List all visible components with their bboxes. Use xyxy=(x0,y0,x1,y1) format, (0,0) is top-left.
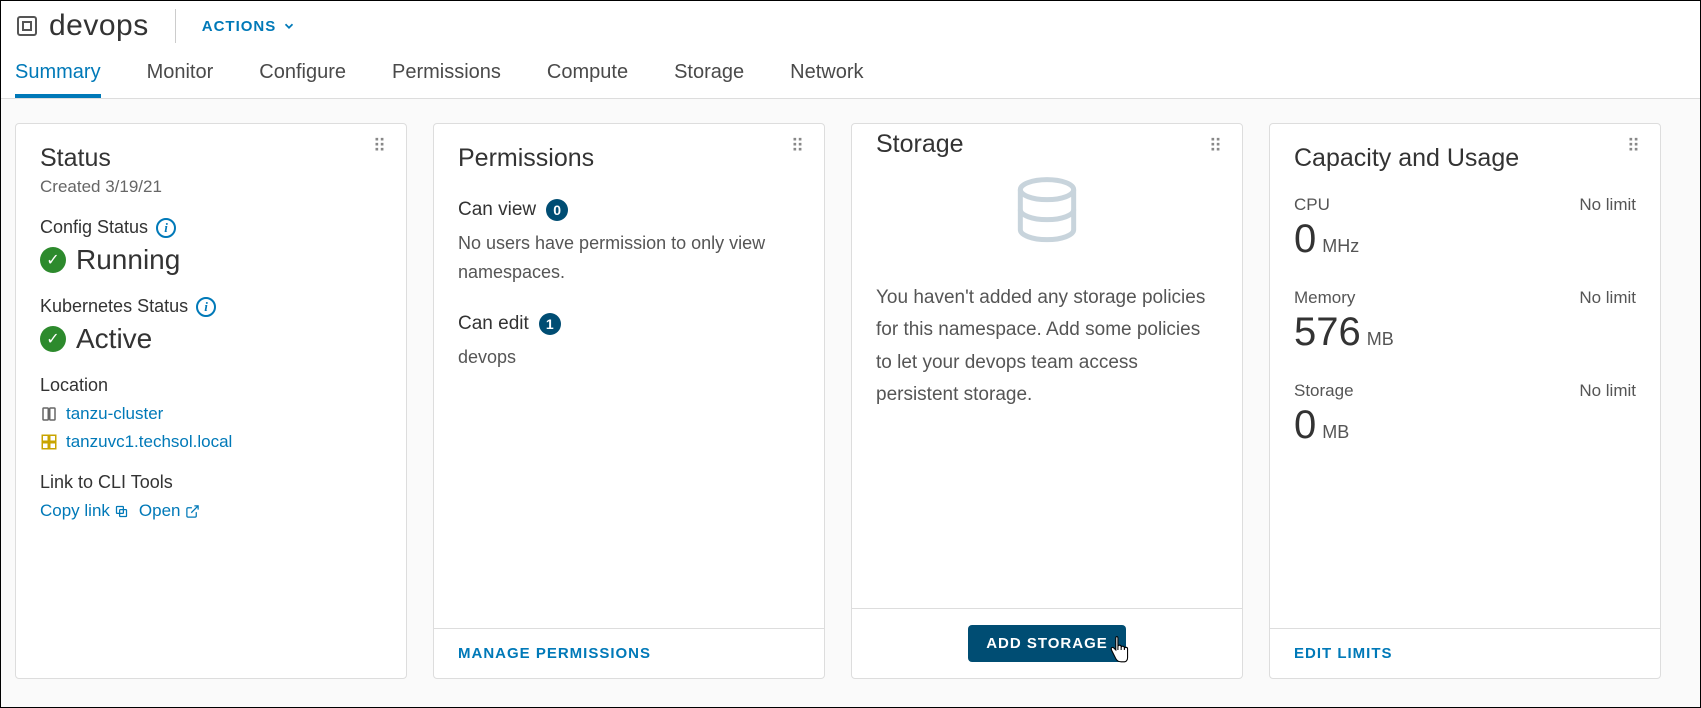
cluster-icon xyxy=(40,405,58,423)
manage-permissions-button[interactable]: MANAGE PERMISSIONS xyxy=(458,645,651,662)
storage-footer: ADD STORAGE xyxy=(852,608,1242,678)
tab-bar: Summary Monitor Configure Permissions Co… xyxy=(1,47,1700,99)
cpu-label: CPU xyxy=(1294,195,1330,215)
can-edit-row: Can edit 1 xyxy=(458,313,800,335)
capacity-title: Capacity and Usage xyxy=(1294,144,1636,173)
storage-stack-icon xyxy=(1002,173,1092,253)
storage-desc: You haven't added any storage policies f… xyxy=(876,282,1218,411)
actions-dropdown[interactable]: ACTIONS xyxy=(202,18,297,35)
capacity-footer: EDIT LIMITS xyxy=(1270,628,1660,678)
open-link[interactable]: Open xyxy=(139,501,200,521)
info-icon[interactable]: i xyxy=(196,297,216,317)
location-cluster-link[interactable]: tanzu-cluster xyxy=(40,404,382,424)
storage-label: Storage xyxy=(1294,381,1354,401)
config-status-value: ✓ Running xyxy=(40,244,382,276)
permissions-footer: MANAGE PERMISSIONS xyxy=(434,628,824,678)
storage-unit: MB xyxy=(1322,422,1349,443)
cpu-value: 0 xyxy=(1294,217,1316,262)
can-view-count-badge: 0 xyxy=(546,199,568,221)
storage-value: 0 xyxy=(1294,403,1316,448)
tab-configure[interactable]: Configure xyxy=(259,61,346,98)
drag-handle-icon[interactable]: ⠿ xyxy=(791,142,806,150)
k8s-status-label: Kubernetes Status i xyxy=(40,296,382,317)
info-icon[interactable]: i xyxy=(156,218,176,238)
page-title: devops xyxy=(49,9,149,43)
location-label: Location xyxy=(40,375,382,396)
storage-limit: No limit xyxy=(1579,381,1636,401)
memory-value: 576 xyxy=(1294,310,1361,355)
edit-limits-button[interactable]: EDIT LIMITS xyxy=(1294,645,1393,662)
memory-row: Memory No limit 576 MB xyxy=(1294,288,1636,355)
can-view-row: Can view 0 xyxy=(458,199,800,221)
tab-monitor[interactable]: Monitor xyxy=(147,61,214,98)
can-view-desc: No users have permission to only view na… xyxy=(458,229,800,287)
memory-unit: MB xyxy=(1367,329,1394,350)
memory-limit: No limit xyxy=(1579,288,1636,308)
tab-network[interactable]: Network xyxy=(790,61,863,98)
vcenter-icon xyxy=(40,433,58,451)
k8s-status-value: ✓ Active xyxy=(40,323,382,355)
storage-card: ⠿ Storage You haven't added any storage … xyxy=(851,123,1243,679)
status-card: ⠿ Status Created 3/19/21 Config Status i… xyxy=(15,123,407,679)
tab-compute[interactable]: Compute xyxy=(547,61,628,98)
check-icon: ✓ xyxy=(40,326,66,352)
cpu-limit: No limit xyxy=(1579,195,1636,215)
chevron-down-icon xyxy=(282,19,296,33)
cli-label: Link to CLI Tools xyxy=(40,472,382,493)
location-vcenter-link[interactable]: tanzuvc1.techsol.local xyxy=(40,432,382,452)
permissions-card: ⠿ Permissions Can view 0 No users have p… xyxy=(433,123,825,679)
external-link-icon xyxy=(185,504,200,519)
copy-link[interactable]: Copy link xyxy=(40,501,129,521)
capacity-card: ⠿ Capacity and Usage CPU No limit 0 MHz … xyxy=(1269,123,1661,679)
cursor-pointer-icon xyxy=(1106,635,1132,672)
permissions-title: Permissions xyxy=(458,144,800,173)
check-icon: ✓ xyxy=(40,247,66,273)
tab-storage[interactable]: Storage xyxy=(674,61,744,98)
tab-permissions[interactable]: Permissions xyxy=(392,61,501,98)
page-header: devops ACTIONS xyxy=(1,1,1700,47)
storage-row: Storage No limit 0 MB xyxy=(1294,381,1636,448)
can-edit-user: devops xyxy=(458,343,800,372)
drag-handle-icon[interactable]: ⠿ xyxy=(1627,142,1642,150)
copy-icon xyxy=(114,504,129,519)
cpu-unit: MHz xyxy=(1322,236,1359,257)
storage-title: Storage xyxy=(876,130,1218,159)
cli-links: Copy link Open xyxy=(40,501,382,521)
drag-handle-icon[interactable]: ⠿ xyxy=(373,142,388,150)
namespace-icon xyxy=(15,14,39,38)
card-grid: ⠿ Status Created 3/19/21 Config Status i… xyxy=(1,99,1700,703)
actions-label: ACTIONS xyxy=(202,18,277,35)
divider xyxy=(175,9,176,43)
add-storage-button[interactable]: ADD STORAGE xyxy=(968,625,1126,662)
memory-label: Memory xyxy=(1294,288,1355,308)
drag-handle-icon[interactable]: ⠿ xyxy=(1209,142,1224,150)
config-status-label: Config Status i xyxy=(40,217,382,238)
status-title: Status xyxy=(40,144,382,173)
tab-summary[interactable]: Summary xyxy=(15,61,101,98)
status-created: Created 3/19/21 xyxy=(40,177,382,197)
cpu-row: CPU No limit 0 MHz xyxy=(1294,195,1636,262)
can-edit-count-badge: 1 xyxy=(539,313,561,335)
